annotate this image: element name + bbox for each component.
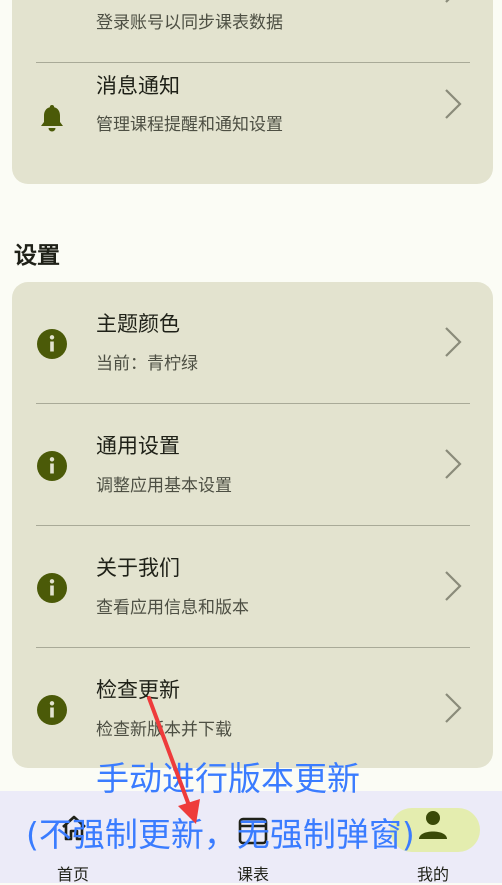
chevron-right-icon bbox=[440, 0, 466, 6]
info-icon bbox=[36, 450, 68, 482]
nav-label-schedule: 课表 bbox=[236, 865, 269, 884]
account-card: 登录账号以同步课表数据 消息通知 管理课程提醒和通知设置 bbox=[12, 0, 493, 184]
annotation-arrow bbox=[147, 696, 200, 824]
general-settings-subtitle: 调整应用基本设置 bbox=[96, 476, 232, 496]
theme-color-title: 主题颜色 bbox=[96, 312, 180, 336]
sync-account-subtitle: 登录账号以同步课表数据 bbox=[96, 13, 283, 33]
general-settings-title: 通用设置 bbox=[96, 434, 180, 458]
notification-settings-subtitle: 管理课程提醒和通知设置 bbox=[96, 115, 283, 135]
about-us-title: 关于我们 bbox=[96, 556, 180, 580]
info-icon bbox=[36, 572, 68, 604]
account-icon bbox=[36, 0, 68, 6]
bell-icon bbox=[36, 102, 68, 134]
check-update-row[interactable]: 检查更新 检查新版本并下载 bbox=[12, 648, 493, 768]
annotation-line-1: 手动进行版本更新 bbox=[96, 759, 360, 798]
settings-card: 主题颜色 当前：青柠绿 通用设置 调整应用基本设置 关于我们 查看应用信息和版本… bbox=[12, 282, 493, 768]
nav-label-mine: 我的 bbox=[416, 865, 449, 884]
chevron-right-icon bbox=[440, 690, 466, 726]
annotation-line-2: (不强制更新，无强制弹窗) bbox=[26, 815, 415, 854]
info-icon bbox=[36, 694, 68, 726]
general-settings-row[interactable]: 通用设置 调整应用基本设置 bbox=[12, 404, 493, 526]
about-us-row[interactable]: 关于我们 查看应用信息和版本 bbox=[12, 526, 493, 648]
theme-color-row[interactable]: 主题颜色 当前：青柠绿 bbox=[12, 282, 493, 404]
notification-settings-title: 消息通知 bbox=[96, 74, 180, 98]
about-us-subtitle: 查看应用信息和版本 bbox=[96, 598, 249, 618]
theme-color-subtitle: 当前：青柠绿 bbox=[96, 354, 198, 374]
info-icon bbox=[36, 328, 68, 360]
chevron-right-icon bbox=[440, 568, 466, 604]
person-icon bbox=[416, 807, 450, 845]
chevron-right-icon bbox=[440, 324, 466, 360]
notification-settings-row[interactable]: 消息通知 管理课程提醒和通知设置 bbox=[12, 62, 493, 184]
settings-section-title: 设置 bbox=[14, 243, 60, 269]
chevron-right-icon bbox=[440, 86, 466, 122]
chevron-right-icon bbox=[440, 446, 466, 482]
nav-label-home: 首页 bbox=[56, 865, 89, 884]
